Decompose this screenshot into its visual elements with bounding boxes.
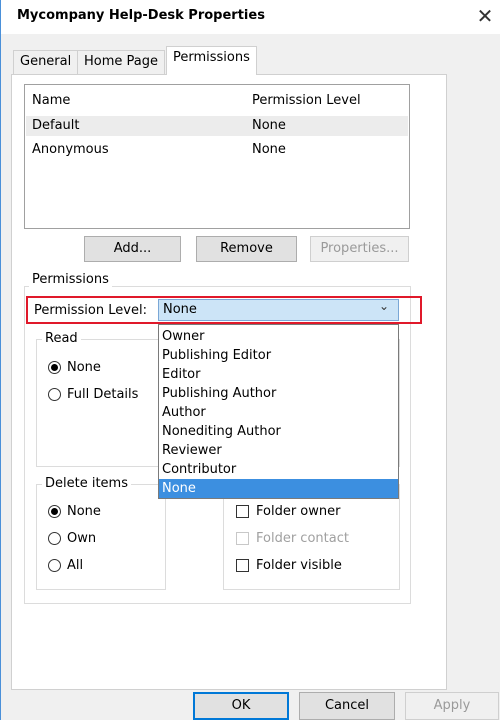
dropdown-option-publishing-editor[interactable]: Publishing Editor bbox=[159, 346, 398, 365]
dropdown-option-contributor[interactable]: Contributor bbox=[159, 460, 398, 479]
column-header-permission-level[interactable]: Permission Level bbox=[252, 93, 361, 108]
tab-general[interactable]: General bbox=[13, 50, 79, 74]
read-full-details-radio[interactable] bbox=[48, 388, 61, 401]
delete-all-label[interactable]: All bbox=[67, 558, 83, 573]
title-bar: Mycompany Help-Desk Properties ✕ bbox=[1, 0, 500, 34]
dropdown-option-owner[interactable]: Owner bbox=[159, 327, 398, 346]
list-item-name: Default bbox=[32, 118, 80, 133]
ok-button[interactable]: OK bbox=[193, 692, 289, 720]
tab-permissions[interactable]: Permissions bbox=[166, 46, 257, 75]
delete-none-label[interactable]: None bbox=[67, 504, 101, 519]
permission-level-label: Permission Level: bbox=[34, 303, 147, 318]
column-header-name[interactable]: Name bbox=[32, 93, 70, 108]
permission-level-dropdown: Owner Publishing Editor Editor Publishin… bbox=[158, 324, 399, 499]
permissions-group-label: Permissions bbox=[29, 272, 112, 287]
close-icon[interactable]: ✕ bbox=[471, 4, 499, 30]
remove-button[interactable]: Remove bbox=[196, 236, 297, 262]
dropdown-option-none[interactable]: None bbox=[159, 479, 398, 498]
dropdown-option-reviewer[interactable]: Reviewer bbox=[159, 441, 398, 460]
read-group bbox=[36, 339, 166, 467]
properties-dialog: Mycompany Help-Desk Properties ✕ General… bbox=[0, 0, 500, 720]
folder-owner-label[interactable]: Folder owner bbox=[256, 504, 340, 519]
folder-contact-checkbox bbox=[236, 532, 249, 545]
delete-items-group-label: Delete items bbox=[42, 476, 131, 491]
add-button[interactable]: Add... bbox=[84, 236, 181, 262]
dropdown-option-author[interactable]: Author bbox=[159, 403, 398, 422]
list-item[interactable]: Default None bbox=[26, 116, 408, 136]
dropdown-option-publishing-author[interactable]: Publishing Author bbox=[159, 384, 398, 403]
permissions-list[interactable]: Name Permission Level Default None Anony… bbox=[24, 84, 410, 229]
permission-level-select[interactable]: None ⌄ bbox=[158, 299, 399, 321]
folder-owner-checkbox[interactable] bbox=[236, 505, 249, 518]
dropdown-option-editor[interactable]: Editor bbox=[159, 365, 398, 384]
apply-button: Apply bbox=[405, 692, 499, 720]
read-none-label[interactable]: None bbox=[67, 360, 101, 375]
folder-visible-checkbox[interactable] bbox=[236, 559, 249, 572]
folder-visible-label[interactable]: Folder visible bbox=[256, 558, 342, 573]
read-full-details-label[interactable]: Full Details bbox=[67, 387, 138, 402]
folder-contact-label: Folder contact bbox=[256, 531, 349, 546]
delete-own-label[interactable]: Own bbox=[67, 531, 96, 546]
list-item[interactable]: Anonymous None bbox=[26, 140, 408, 160]
cancel-button[interactable]: Cancel bbox=[299, 692, 395, 720]
list-item-level: None bbox=[252, 142, 286, 157]
permission-level-value: None bbox=[163, 302, 197, 317]
read-group-label: Read bbox=[42, 331, 81, 346]
properties-button: Properties... bbox=[310, 236, 409, 262]
list-item-name: Anonymous bbox=[32, 142, 109, 157]
window-title: Mycompany Help-Desk Properties bbox=[17, 8, 265, 23]
chevron-down-icon[interactable]: ⌄ bbox=[379, 299, 389, 313]
delete-all-radio[interactable] bbox=[48, 559, 61, 572]
delete-own-radio[interactable] bbox=[48, 532, 61, 545]
list-item-level: None bbox=[252, 118, 286, 133]
dropdown-option-nonediting-author[interactable]: Nonediting Author bbox=[159, 422, 398, 441]
delete-none-radio[interactable] bbox=[48, 505, 61, 518]
tab-home-page[interactable]: Home Page bbox=[77, 50, 165, 74]
read-none-radio[interactable] bbox=[48, 361, 61, 374]
